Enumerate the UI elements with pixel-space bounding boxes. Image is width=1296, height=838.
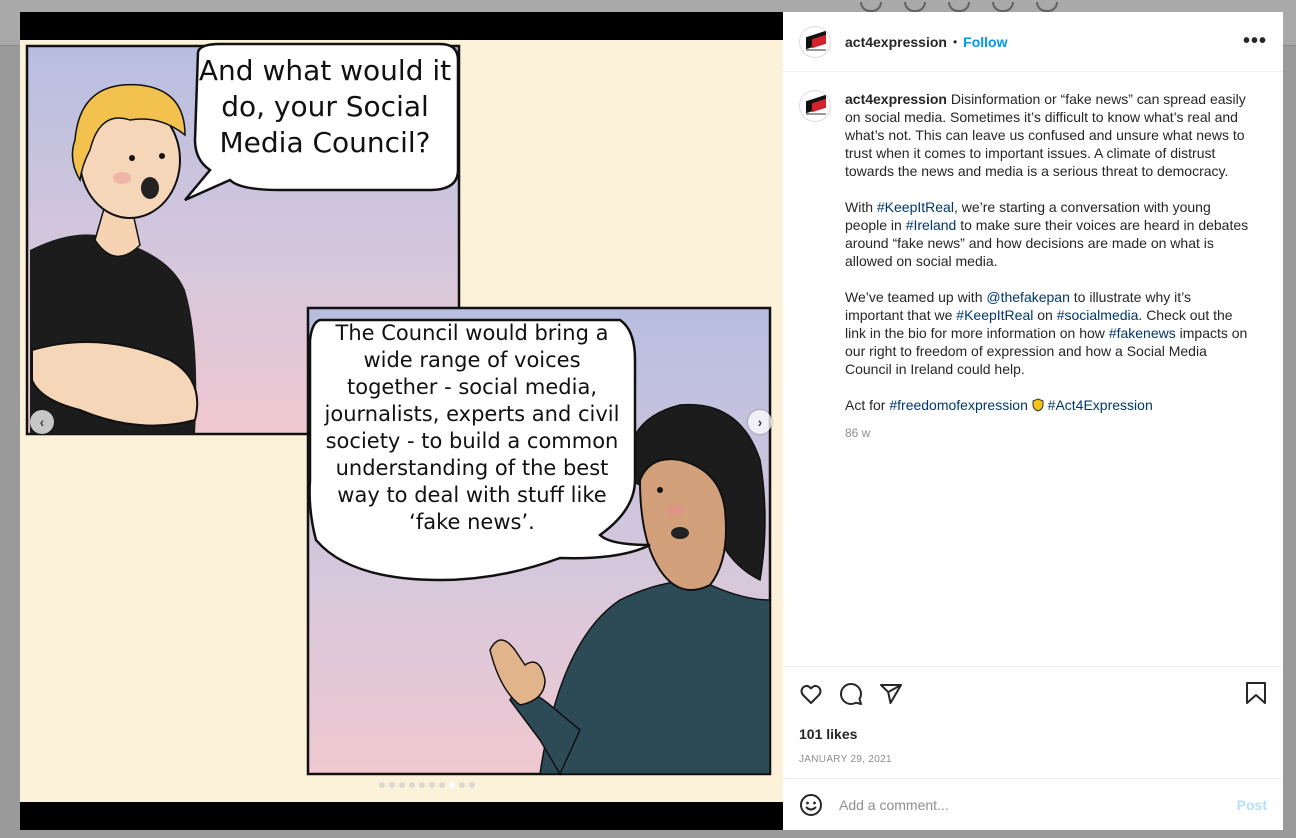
speech-bubble-2: The Council would bring a wide range of … [308, 318, 651, 582]
carousel-dot [428, 782, 435, 788]
hashtag-link[interactable]: #KeepItReal [877, 199, 954, 215]
bubble1-line-3: Media Council? [220, 126, 431, 159]
caption-paragraph-4: Act for #freedomofexpression #Act4Expres… [845, 396, 1249, 414]
bubble1-line-1: And what would it [199, 54, 451, 87]
caption-p2a: With [845, 199, 877, 215]
carousel-dot [378, 782, 385, 788]
comment-input[interactable] [839, 796, 1221, 813]
blurred-nav-icons [860, 2, 1058, 12]
paper-plane-icon[interactable] [879, 682, 903, 706]
bubble1-line-2: do, your Social [221, 90, 429, 123]
hashtag-link[interactable]: #freedomofexpression [889, 397, 1028, 413]
action-icons [799, 679, 1267, 709]
chevron-right-icon: › [757, 414, 763, 430]
shield-emoji-icon [1032, 398, 1044, 412]
post-sidebar: act4expression • Follow ••• act4expressi… [783, 12, 1283, 830]
caption-area: act4expression Disinformation or “fake n… [783, 72, 1283, 666]
comic-illustration: And what would it do, your Social Media … [25, 42, 772, 776]
profile-icon [1036, 2, 1058, 12]
hashtag-link[interactable]: #KeepItReal [956, 307, 1033, 323]
header-separator: • [952, 34, 958, 49]
chevron-left-icon: ‹ [39, 414, 45, 430]
caption-paragraph-1: act4expression Disinformation or “fake n… [845, 90, 1249, 180]
hashtag-link[interactable]: #Act4Expression [1048, 397, 1153, 413]
more-icon: ••• [1242, 30, 1267, 52]
carousel-dot [418, 782, 425, 788]
caption-username[interactable]: act4expression [845, 91, 947, 107]
bubble2-line-3: together - social media, [347, 375, 597, 399]
emoji-icon[interactable] [799, 793, 823, 817]
carousel-dot [468, 782, 475, 788]
mention-link[interactable]: @thefakepan [986, 289, 1070, 305]
comic-image: And what would it do, your Social Media … [20, 40, 783, 802]
avatar[interactable] [799, 25, 831, 58]
explore-icon [948, 2, 970, 12]
follow-button[interactable]: Follow [963, 34, 1007, 50]
post-media: And what would it do, your Social Media … [20, 12, 783, 830]
carousel-dot [408, 782, 415, 788]
carousel-indicator [20, 782, 783, 788]
post-comment-button[interactable]: Post [1237, 797, 1267, 813]
bookmark-icon[interactable] [1245, 681, 1267, 705]
caption-p4a: Act for [845, 397, 890, 413]
post-header: act4expression • Follow ••• [783, 12, 1283, 72]
bubble2-line-5: society - to build a common [326, 429, 619, 453]
caption-p3c: on [1033, 307, 1057, 323]
post-age[interactable]: 86 w [845, 424, 1249, 442]
bubble2-line-4: journalists, experts and civil [324, 402, 620, 426]
caption-avatar[interactable] [799, 90, 831, 122]
heart-icon[interactable] [799, 682, 823, 706]
carousel-dot [448, 782, 455, 788]
caption-paragraph-2: With #KeepItReal, we’re starting a conve… [845, 198, 1249, 270]
post-modal: And what would it do, your Social Media … [20, 12, 1283, 830]
bubble2-line-2: wide range of voices [363, 348, 580, 372]
bubble2-line-7: way to deal with stuff like [337, 483, 606, 507]
carousel-next-button[interactable]: › [748, 410, 772, 434]
post-date[interactable]: JANUARY 29, 2021 [799, 754, 1267, 765]
speech-bubble-1: And what would it do, your Social Media … [184, 42, 460, 202]
comment-bar: Post [783, 778, 1283, 830]
carousel-dot [388, 782, 395, 788]
caption-p3a: We’ve teamed up with [845, 289, 987, 305]
bubble2-line-1: The Council would bring a [335, 321, 609, 345]
hashtag-link[interactable]: #Ireland [906, 217, 957, 233]
likes-count[interactable]: 101 likes [799, 726, 1267, 742]
carousel-prev-button[interactable]: ‹ [30, 410, 54, 434]
more-options-button[interactable]: ••• [1243, 30, 1267, 53]
activity-icon [992, 2, 1014, 12]
hashtag-link[interactable]: #fakenews [1109, 325, 1176, 341]
caption-paragraph-3: We’ve teamed up with @thefakepan to illu… [845, 288, 1249, 378]
comment-icon[interactable] [839, 682, 863, 706]
bubble2-line-8: ‘fake news’. [409, 510, 535, 534]
carousel-dot [458, 782, 465, 788]
hashtag-link[interactable]: #socialmedia [1057, 307, 1139, 323]
carousel-dot [438, 782, 445, 788]
home-icon [860, 2, 882, 12]
carousel-dot [398, 782, 405, 788]
action-bar: 101 likes JANUARY 29, 2021 [783, 666, 1283, 778]
header-username[interactable]: act4expression [845, 34, 947, 50]
caption-text: act4expression Disinformation or “fake n… [845, 90, 1249, 666]
bubble2-line-6: understanding of the best [336, 456, 609, 480]
messenger-icon [904, 2, 926, 12]
